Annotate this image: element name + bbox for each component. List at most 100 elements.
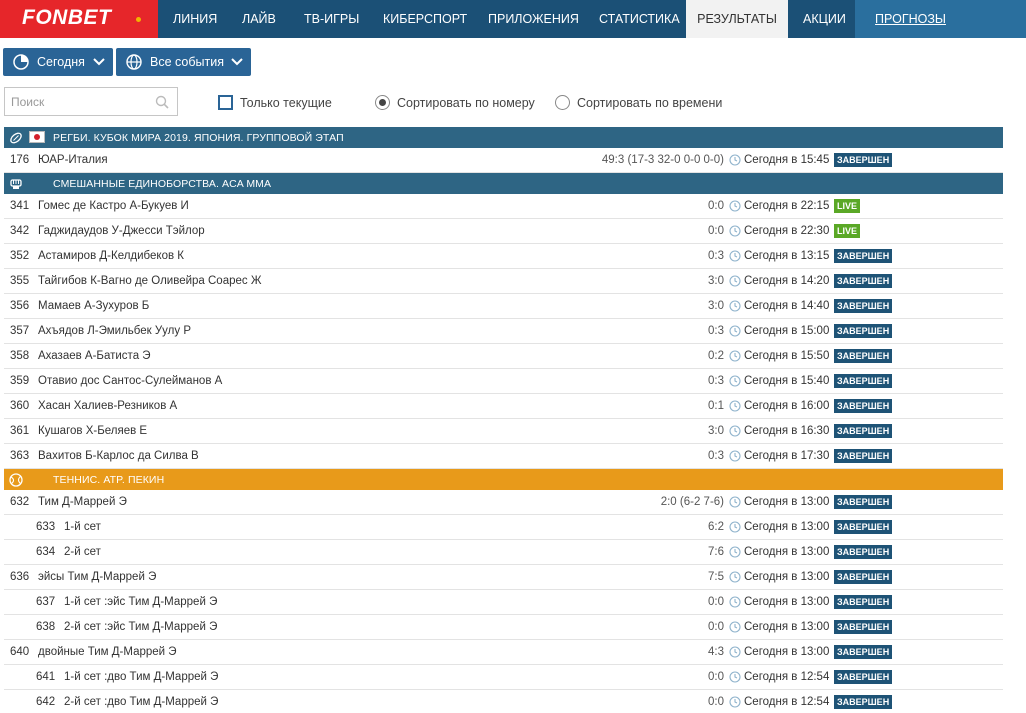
event-number: 642 [36,696,56,708]
clock-icon [729,671,741,683]
sport-section-header[interactable]: РЕГБИ. КУБОК МИРА 2019. ЯПОНИЯ. ГРУППОВО… [4,127,1003,148]
status-badge: LIVE [834,199,861,213]
clock-icon [729,350,741,362]
sport-section-header[interactable]: СМЕШАННЫЕ ЕДИНОБОРСТВА. ACA MMA [4,173,1003,194]
result-row[interactable]: 357 Ахъядов Л-Эмильбек Уулу Р 0:3 Сегодня в… [4,319,1003,344]
event-name[interactable]: Астамиров Д-Келдибеков К [38,250,184,262]
event-name[interactable]: двойные Тим Д-Маррей Э [38,646,177,658]
result-row[interactable]: 642 2-й сет :дво Тим Д-Маррей Э 0:0 Сегодня… [4,690,1003,713]
nav-item-forecasts[interactable]: ПРОГНОЗЫ [855,0,1026,38]
sort-by-number-label: Сортировать по номеру [397,96,535,110]
result-row[interactable]: 638 2-й сет :эйс Тим Д-Маррей Э 0:0 Сегодня… [4,615,1003,640]
event-time: Сегодня в 13:00 [744,646,830,658]
result-row[interactable]: 636 эйсы Тим Д-Маррей Э 7:5 Сегодня в 13:00… [4,565,1003,590]
event-number: 355 [10,275,30,287]
nav-item-apps[interactable]: ПРИЛОЖЕНИЯ [488,0,579,38]
result-row[interactable]: 352 Астамиров Д-Келдибеков К 0:3 Сегодня в … [4,244,1003,269]
event-score: 0:3 [708,250,724,262]
fonbet-logo[interactable]: FONBET [0,0,158,38]
search-input[interactable] [11,93,151,111]
sort-by-time-radio[interactable] [555,95,570,110]
search-icon[interactable] [155,95,169,109]
clock-icon [729,521,741,533]
event-name[interactable]: 1-й сет :эйс Тим Д-Маррей Э [64,596,217,608]
event-name[interactable]: Отавио дос Сантос-Сулейманов А [38,375,222,387]
clock-icon [729,571,741,583]
event-name[interactable]: ЮАР-Италия [38,154,108,166]
date-dropdown[interactable]: Сегодня [3,48,113,76]
status-badge: ЗАВЕРШЕН [834,620,893,634]
event-time: Сегодня в 12:54 [744,696,830,708]
result-row[interactable]: 341 Гомес де Кастро А-Букуев И 0:0 Сегодня … [4,194,1003,219]
event-name[interactable]: Гомес де Кастро А-Букуев И [38,200,189,212]
status-badge: ЗАВЕРШЕН [834,545,893,559]
event-name[interactable]: Кушагов Х-Беляев Е [38,425,147,437]
result-row[interactable]: 360 Хасан Халиев-Резников А 0:1 Сегодня в 1… [4,394,1003,419]
event-name[interactable]: Вахитов Б-Карлос да Силва В [38,450,199,462]
sport-section-header[interactable]: ТЕННИС. ATP. ПЕКИН [4,469,1003,490]
nav-item-tv-games[interactable]: ТВ-ИГРЫ [304,0,359,38]
result-row[interactable]: 358 Ахазаев А-Батиста Э 0:2 Сегодня в 15:50… [4,344,1003,369]
event-score: 0:0 [708,671,724,683]
result-row[interactable]: 637 1-й сет :эйс Тим Д-Маррей Э 0:0 Сегодня… [4,590,1003,615]
clock-icon [729,450,741,462]
event-score: 0:3 [708,325,724,337]
event-name[interactable]: Тим Д-Маррей Э [38,496,127,508]
event-name[interactable]: 2-й сет [64,546,101,558]
only-current-label: Только текущие [240,96,332,110]
result-row[interactable]: 634 2-й сет 7:6 Сегодня в 13:00 ЗАВЕРШЕН [4,540,1003,565]
result-row[interactable]: 356 Мамаев А-Зухуров Б 3:0 Сегодня в 14:40 З… [4,294,1003,319]
nav-item-statistics[interactable]: СТАТИСТИКА [599,0,680,38]
event-time: Сегодня в 13:00 [744,621,830,633]
status-badge: ЗАВЕРШЕН [834,570,893,584]
event-name[interactable]: Ахъядов Л-Эмильбек Уулу Р [38,325,191,337]
clock-icon [729,621,741,633]
chevron-down-icon [93,58,105,66]
event-number: 363 [10,450,30,462]
event-number: 637 [36,596,56,608]
result-row[interactable]: 641 1-й сет :дво Тим Д-Маррей Э 0:0 Сегодня… [4,665,1003,690]
event-number: 356 [10,300,30,312]
clock-icon [729,496,741,508]
status-badge: ЗАВЕРШЕН [834,249,893,263]
result-row[interactable]: 176 ЮАР-Италия 49:3 (17-3 32-0 0-0 0-0) Сег… [4,148,1003,173]
status-badge: ЗАВЕРШЕН [834,324,893,338]
result-row[interactable]: 355 Тайгибов К-Вагно де Оливейра Соарес Ж… [4,269,1003,294]
result-row[interactable]: 632 Тим Д-Маррей Э 2:0 (6-2 7-6) Сегодня в … [4,490,1003,515]
clock-icon [729,546,741,558]
nav-item-results[interactable]: РЕЗУЛЬТАТЫ [686,0,788,38]
event-name[interactable]: Тайгибов К-Вагно де Оливейра Соарес Ж [38,275,261,287]
event-name[interactable]: Гаджидаудов У-Джесси Тэйлор [38,225,205,237]
result-row[interactable]: 359 Отавио дос Сантос-Сулейманов А 0:3 Сего… [4,369,1003,394]
event-number: 634 [36,546,56,558]
event-name[interactable]: 1-й сет :дво Тим Д-Маррей Э [64,671,218,683]
nav-item-esports[interactable]: КИБЕРСПОРТ [383,0,467,38]
event-score: 0:2 [708,350,724,362]
event-name[interactable]: Мамаев А-Зухуров Б [38,300,149,312]
event-name[interactable]: Ахазаев А-Батиста Э [38,350,151,362]
event-score: 0:1 [708,400,724,412]
event-score: 0:0 [708,696,724,708]
result-row[interactable]: 361 Кушагов Х-Беляев Е 3:0 Сегодня в 16:30 З… [4,419,1003,444]
status-badge: ЗАВЕРШЕН [834,670,893,684]
result-row[interactable]: 363 Вахитов Б-Карлос да Силва В 0:3 Сегодня… [4,444,1003,469]
event-name[interactable]: 2-й сет :эйс Тим Д-Маррей Э [64,621,217,633]
nav-item-promos[interactable]: АКЦИИ [803,0,846,38]
nav-item-liniya[interactable]: ЛИНИЯ [173,0,217,38]
only-current-checkbox[interactable] [218,95,233,110]
events-dropdown[interactable]: Все события [116,48,251,76]
event-name[interactable]: 2-й сет :дво Тим Д-Маррей Э [64,696,218,708]
result-row[interactable]: 633 1-й сет 6:2 Сегодня в 13:00 ЗАВЕРШЕН [4,515,1003,540]
sort-by-number-radio[interactable] [375,95,390,110]
event-number: 641 [36,671,56,683]
event-score: 7:6 [708,546,724,558]
section-title: ТЕННИС. ATP. ПЕКИН [53,474,165,486]
result-row[interactable]: 640 двойные Тим Д-Маррей Э 4:3 Сегодня в 13… [4,640,1003,665]
event-name[interactable]: Хасан Халиев-Резников А [38,400,177,412]
event-name[interactable]: эйсы Тим Д-Маррей Э [38,571,156,583]
result-row[interactable]: 342 Гаджидаудов У-Джесси Тэйлор 0:0 Сегодня… [4,219,1003,244]
nav-item-live[interactable]: ЛАЙВ [242,0,276,38]
event-name[interactable]: 1-й сет [64,521,101,533]
clock-icon [729,596,741,608]
status-badge: ЗАВЕРШЕН [834,399,893,413]
